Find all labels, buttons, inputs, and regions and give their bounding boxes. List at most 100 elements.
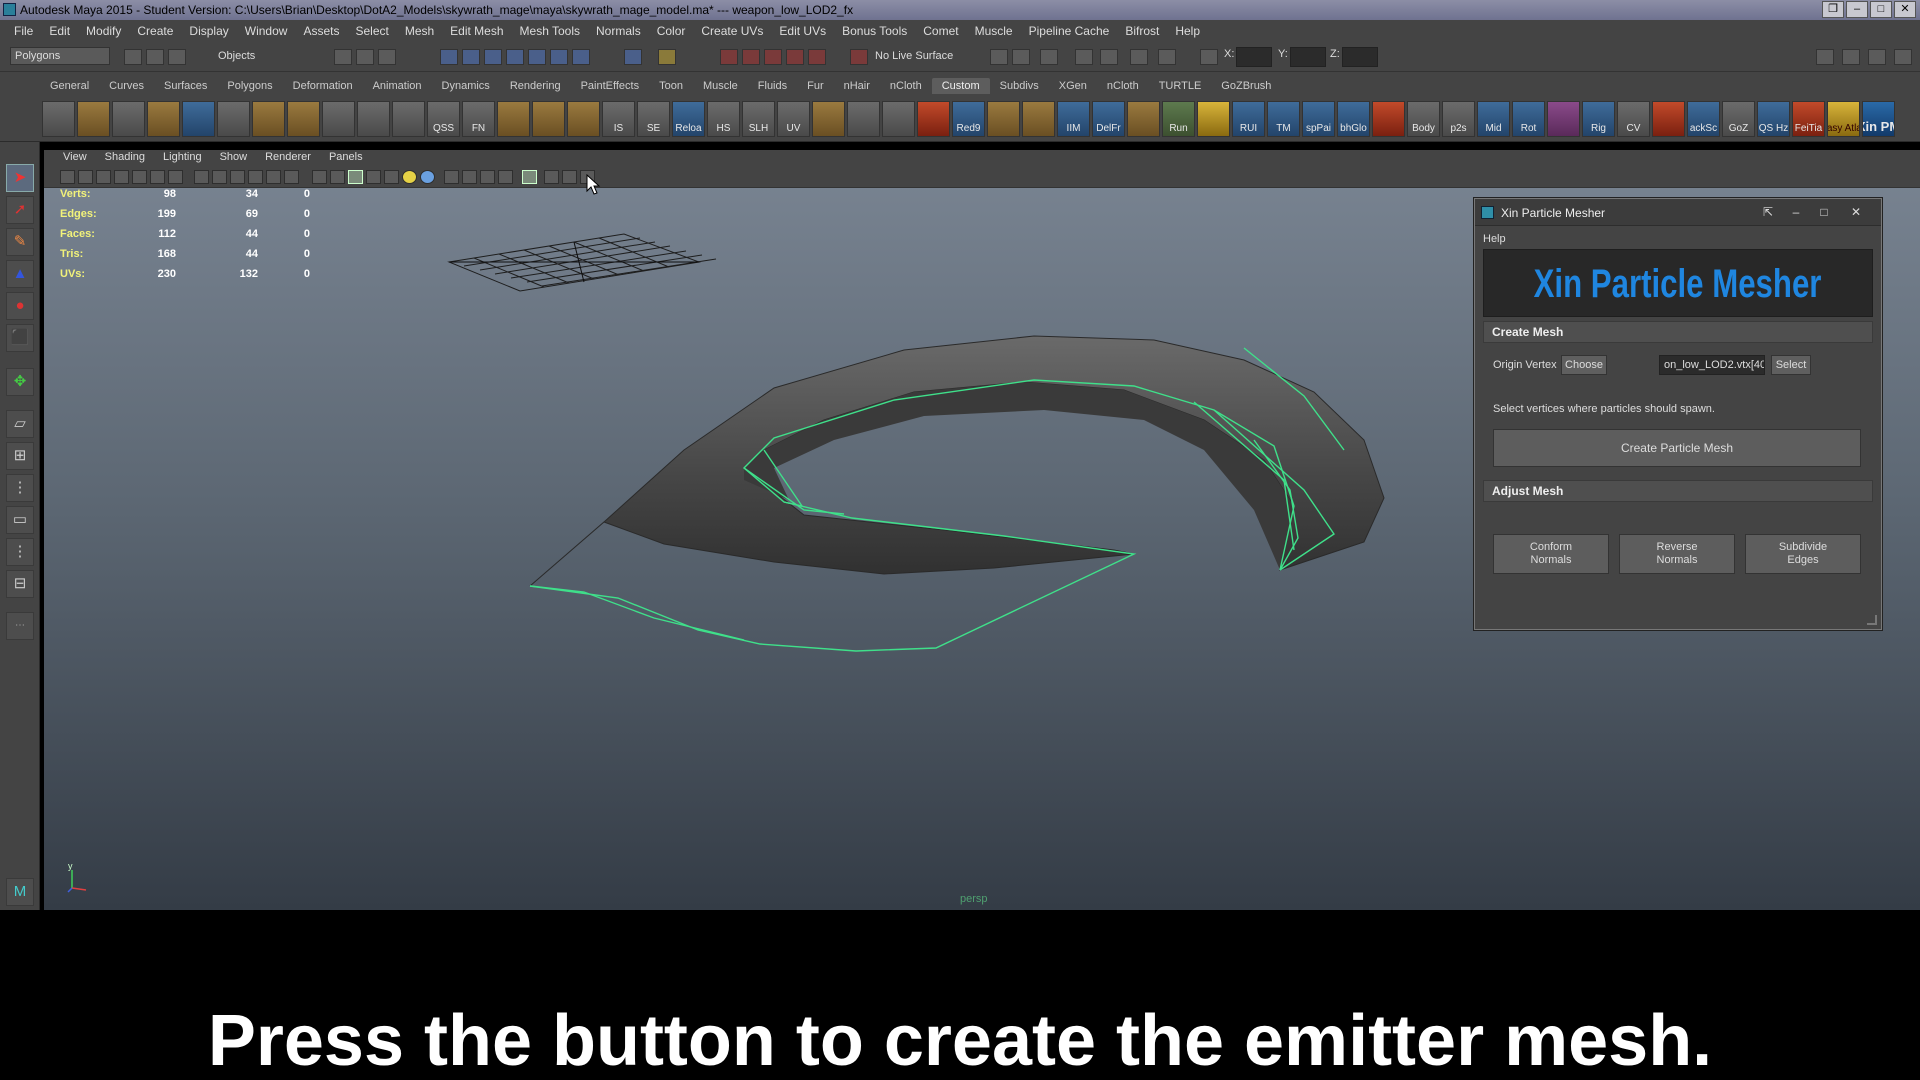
conform-normals-button[interactable]: Conform Normals xyxy=(1493,534,1609,574)
attribute-editor-panel-icon[interactable] xyxy=(1842,49,1860,65)
smooth-shade-icon[interactable] xyxy=(330,170,345,184)
xray-joints-icon[interactable] xyxy=(462,170,477,184)
tool-settings-icon[interactable] xyxy=(1075,49,1093,65)
viewport-menu-view[interactable]: View xyxy=(54,150,96,166)
menu-assets[interactable]: Assets xyxy=(295,24,347,38)
four-view-layout[interactable]: ⊞ xyxy=(6,442,34,470)
close-window-button[interactable]: ✕ xyxy=(1894,1,1916,18)
shelf-button-3[interactable] xyxy=(112,101,145,137)
snap-grid-icon[interactable] xyxy=(440,49,458,65)
z-field[interactable] xyxy=(1342,47,1378,67)
ipr-render-icon[interactable] xyxy=(764,49,782,65)
shelf-button-fn[interactable]: FN xyxy=(462,101,495,137)
shelf-button-bhglow[interactable]: bhGlo xyxy=(1337,101,1370,137)
select-by-object-icon[interactable] xyxy=(356,49,374,65)
shelf-button-24[interactable] xyxy=(847,101,880,137)
menu-create[interactable]: Create xyxy=(129,24,181,38)
save-scene-icon[interactable] xyxy=(168,49,186,65)
minimize-icon[interactable]: – xyxy=(1785,204,1807,221)
menu-select[interactable]: Select xyxy=(347,24,396,38)
layout-options[interactable]: ⋯ xyxy=(6,612,34,640)
shelf-button-47[interactable] xyxy=(1652,101,1685,137)
shelf-button-1[interactable] xyxy=(42,101,75,137)
shelf-button-ackscript[interactable]: ackSc xyxy=(1687,101,1720,137)
shelf-button-25[interactable] xyxy=(882,101,915,137)
absolute-transform-icon[interactable] xyxy=(1130,49,1148,65)
magnet-icon[interactable] xyxy=(850,49,868,65)
shelf-button-iim[interactable]: IIM xyxy=(1057,101,1090,137)
shelf-button-reload[interactable]: Reloa xyxy=(672,101,705,137)
shelf-tab-rendering[interactable]: Rendering xyxy=(500,78,571,94)
shelf-button-4[interactable] xyxy=(147,101,180,137)
wireframe-mode-icon[interactable] xyxy=(312,170,327,184)
shelf-button-goz[interactable]: GoZ xyxy=(1722,101,1755,137)
menu-bifrost[interactable]: Bifrost xyxy=(1117,24,1167,38)
help-question-icon[interactable] xyxy=(624,49,642,65)
shelf-tab-surfaces[interactable]: Surfaces xyxy=(154,78,217,94)
shelf-button-44[interactable] xyxy=(1547,101,1580,137)
lasso-tool[interactable]: ➚ xyxy=(6,196,34,224)
camera-attributes-icon[interactable] xyxy=(78,170,93,184)
shelf-button-body[interactable]: Body xyxy=(1407,101,1440,137)
shelf-tab-painteffects[interactable]: PaintEffects xyxy=(571,78,650,94)
shelf-button-rot[interactable]: Rot xyxy=(1512,101,1545,137)
shelf-tab-custom[interactable]: Custom xyxy=(931,78,990,94)
shelf-button-cv[interactable]: CV xyxy=(1617,101,1650,137)
shelf-tab-animation[interactable]: Animation xyxy=(363,78,432,94)
shelf-button-rig[interactable]: Rig xyxy=(1582,101,1615,137)
shelf-button-28[interactable] xyxy=(987,101,1020,137)
shelf-tab-xgen[interactable]: XGen xyxy=(1049,78,1097,94)
subdivide-edges-button[interactable]: Subdivide Edges xyxy=(1745,534,1861,574)
menu-edit-mesh[interactable]: Edit Mesh xyxy=(442,24,511,38)
snap-surface-icon[interactable] xyxy=(550,49,568,65)
origin-vertex-field[interactable]: on_low_LOD2.vtx[40] xyxy=(1659,355,1765,375)
plugin-title-bar[interactable]: Xin Particle Mesher ⇱ – □ ✕ xyxy=(1475,199,1881,226)
shelf-button-p2s[interactable]: p2s xyxy=(1442,101,1475,137)
rotate-tool[interactable]: ● xyxy=(6,292,34,320)
create-particle-mesh-button[interactable]: Create Particle Mesh xyxy=(1493,429,1861,467)
lock-icon[interactable] xyxy=(658,49,676,65)
shelf-tab-ncloth[interactable]: nCloth xyxy=(880,78,932,94)
snap-live-icon[interactable] xyxy=(528,49,546,65)
shelf-button-34[interactable] xyxy=(1197,101,1230,137)
restore-window-button[interactable]: ❐ xyxy=(1822,1,1844,18)
shelf-tab-curves[interactable]: Curves xyxy=(99,78,154,94)
shelf-button-is[interactable]: IS xyxy=(602,101,635,137)
menu-mesh-tools[interactable]: Mesh Tools xyxy=(512,24,588,38)
shelf-button-23[interactable] xyxy=(812,101,845,137)
shelf-button-8[interactable] xyxy=(287,101,320,137)
modeling-toolkit-icon[interactable] xyxy=(1816,49,1834,65)
select-by-hierarchy-icon[interactable] xyxy=(334,49,352,65)
hud-toggle-icon[interactable] xyxy=(544,170,559,184)
bookmarks-icon[interactable] xyxy=(96,170,111,184)
numeric-input-icon[interactable] xyxy=(1200,49,1218,65)
maximize-icon[interactable]: □ xyxy=(1813,204,1835,221)
shelf-button-uv[interactable]: UV xyxy=(777,101,810,137)
shelf-button-run[interactable]: Run xyxy=(1162,101,1195,137)
create-mesh-section-header[interactable]: Create Mesh xyxy=(1483,321,1873,343)
menu-display[interactable]: Display xyxy=(181,24,236,38)
shelf-button-hs[interactable]: HS xyxy=(707,101,740,137)
dock-icon[interactable]: ⇱ xyxy=(1757,204,1779,221)
shelf-button-mid[interactable]: Mid xyxy=(1477,101,1510,137)
viewport-menu-shading[interactable]: Shading xyxy=(96,150,154,166)
use-all-lights-icon[interactable] xyxy=(384,170,399,184)
resolution-gate-icon[interactable] xyxy=(212,170,227,184)
shelf-button-16[interactable] xyxy=(567,101,600,137)
shelf-button-red9[interactable]: Red9 xyxy=(952,101,985,137)
hypershade-layout[interactable]: ⊟ xyxy=(6,570,34,598)
safe-title-icon[interactable] xyxy=(284,170,299,184)
shelf-tab-dynamics[interactable]: Dynamics xyxy=(432,78,500,94)
shelf-button-se[interactable]: SE xyxy=(637,101,670,137)
select-tool[interactable]: ➤ xyxy=(6,164,34,192)
menu-help[interactable]: Help xyxy=(1167,24,1208,38)
input-line-icon[interactable] xyxy=(990,49,1008,65)
choose-button[interactable]: Choose xyxy=(1561,355,1607,375)
new-scene-icon[interactable] xyxy=(124,49,142,65)
shelf-tab-general[interactable]: General xyxy=(40,78,99,94)
maya-home-icon[interactable]: M xyxy=(6,878,34,906)
film-gate-icon[interactable] xyxy=(194,170,209,184)
snap-view-plane-icon[interactable] xyxy=(506,49,524,65)
menu-file[interactable]: File xyxy=(6,24,41,38)
shelf-button-sppaint[interactable]: spPai xyxy=(1302,101,1335,137)
